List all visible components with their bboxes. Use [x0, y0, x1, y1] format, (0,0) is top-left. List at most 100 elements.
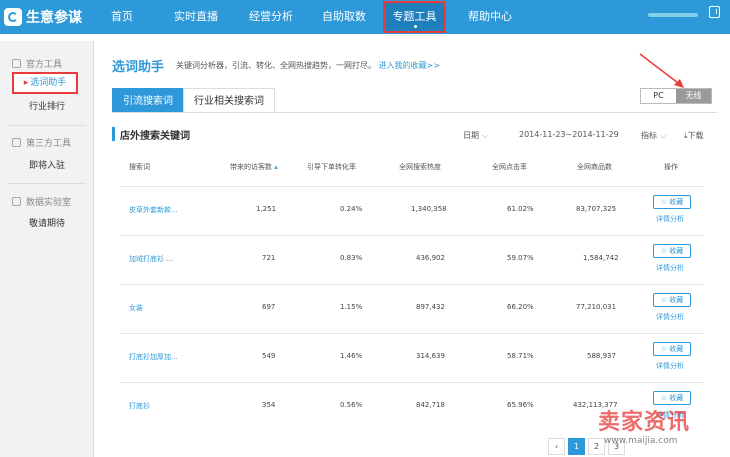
ctr-value: 65.96%: [507, 401, 534, 409]
keyword-link[interactable]: 加绒打底衫 ...: [129, 254, 173, 264]
star-icon: ☆: [660, 394, 668, 402]
active-dot-icon: [413, 25, 417, 28]
keyword-link[interactable]: 打底衫加厚加...: [129, 352, 178, 362]
sidebar-divider: [8, 125, 86, 126]
search-heat-value: 842,718: [416, 401, 445, 409]
column-header-conversion[interactable]: 引导下单转化率: [307, 162, 356, 172]
third-party-icon: [12, 138, 21, 147]
official-tools-icon: [12, 59, 21, 68]
section-header: 店外搜索关键词: [112, 127, 717, 142]
sidebar-item-keyword-helper[interactable]: ▸ 选词助手: [12, 72, 78, 94]
visitors-value: 721: [262, 254, 276, 262]
conversion-value: 0.83%: [340, 254, 363, 262]
product-count-value: 1,584,742: [583, 254, 619, 262]
sidebar-group-label: 第三方工具: [26, 139, 72, 149]
table-row: 加绒打底衫 ... 721 0.83% 436,902 59.07% 1,584…: [120, 235, 703, 283]
visitors-value: 697: [262, 303, 276, 311]
favorite-button[interactable]: ☆ 收藏: [653, 342, 691, 356]
column-header-visitors[interactable]: 带来的访客数 ▴: [230, 162, 278, 172]
column-header-ctr[interactable]: 全网点击率: [492, 162, 527, 172]
visitors-value: 549: [262, 352, 276, 360]
nav-topic-tools[interactable]: 专题工具: [383, 1, 446, 33]
keyword-link[interactable]: 打底衫: [129, 401, 150, 411]
nav-topic-tools-label: 专题工具: [392, 10, 437, 23]
sidebar-group-data-lab: 数据实验室: [12, 195, 71, 208]
favorite-button-label: 收藏: [669, 198, 684, 206]
sidebar-group-third-party: 第三方工具: [12, 136, 71, 149]
date-range[interactable]: 2014-11-23~2014-11-29: [519, 130, 619, 139]
nav-self-data[interactable]: 自助取数: [316, 0, 372, 34]
sidebar-item-industry-rank[interactable]: 行业排行: [0, 99, 94, 112]
favorite-button-label: 收藏: [669, 247, 684, 255]
conversion-value: 0.24%: [340, 205, 363, 213]
star-icon: ☆: [660, 247, 668, 255]
conversion-value: 1.15%: [340, 303, 363, 311]
keyword-link[interactable]: 皮草外套新款...: [129, 205, 178, 215]
favorite-button[interactable]: ☆ 收藏: [653, 195, 691, 209]
logout-icon[interactable]: [709, 6, 720, 18]
device-toggle: PC 无线: [640, 88, 712, 104]
table-row: 打底衫加厚加... 549 1.46% 314,639 58.71% 588,9…: [120, 333, 703, 381]
lab-flask-icon: [12, 197, 21, 206]
column-header-product-count[interactable]: 全网商品数: [577, 162, 612, 172]
conversion-value: 1.46%: [340, 352, 363, 360]
favorite-button[interactable]: ☆ 收藏: [653, 244, 691, 258]
logo-text: 生意参谋: [26, 10, 82, 26]
user-account[interactable]: [648, 13, 698, 17]
page-1-button[interactable]: 1: [568, 438, 585, 455]
keyword-tabs: 引流搜索词 行业相关搜索词: [112, 88, 275, 113]
nav-home[interactable]: 首页: [103, 0, 141, 34]
annotation-arrow-icon: [639, 53, 684, 88]
logo-icon: [4, 8, 22, 26]
tab-traffic-keywords[interactable]: 引流搜索词: [112, 88, 184, 113]
section-title: 店外搜索关键词: [120, 131, 190, 142]
page-description: 关键词分析器，引流、转化、全网热搜趋势，一网打尽。 进入我的收藏>>: [176, 60, 440, 71]
metric-dropdown[interactable]: 指标 ⌵: [641, 130, 666, 141]
page-description-text: 关键词分析器，引流、转化、全网热搜趋势，一网打尽。: [176, 61, 376, 70]
pc-toggle-button[interactable]: PC: [641, 89, 676, 103]
my-favorites-link[interactable]: 进入我的收藏>>: [379, 61, 440, 70]
ctr-value: 59.07%: [507, 254, 534, 262]
detail-analysis-link[interactable]: 详情分析: [656, 312, 684, 322]
download-button[interactable]: ⤓下载: [684, 130, 704, 141]
visitors-value: 1,251: [256, 205, 277, 213]
star-icon: ☆: [660, 296, 668, 304]
tab-industry-keywords[interactable]: 行业相关搜索词: [183, 88, 275, 113]
column-header-label: 带来的访客数: [230, 163, 272, 171]
date-dropdown[interactable]: 日期 ⌵: [463, 130, 488, 141]
keyword-link[interactable]: 女装: [129, 303, 143, 313]
product-count-value: 588,937: [587, 352, 616, 360]
watermark: 卖家资讯 www.maijia.com: [598, 404, 728, 454]
ctr-value: 66.20%: [507, 303, 534, 311]
product-count-value: 83,707,325: [576, 205, 617, 213]
nav-help-center[interactable]: 帮助中心: [462, 0, 518, 34]
favorite-button[interactable]: ☆ 收藏: [653, 391, 691, 405]
favorite-button[interactable]: ☆ 收藏: [653, 293, 691, 307]
app-logo[interactable]: 生意参谋: [4, 5, 82, 29]
column-header-search-heat[interactable]: 全网搜索热度: [399, 162, 441, 172]
conversion-value: 0.56%: [340, 401, 363, 409]
sidebar-divider: [8, 183, 86, 184]
sidebar-item-coming-soon[interactable]: 即将入驻: [0, 158, 94, 171]
prev-page-button[interactable]: ‹: [548, 438, 565, 455]
product-count-value: 77,210,031: [576, 303, 617, 311]
page-title: 选词助手: [112, 60, 165, 75]
sidebar-item-stay-tuned[interactable]: 敬请期待: [0, 216, 94, 229]
metric-dropdown-label: 指标: [641, 131, 657, 140]
detail-analysis-link[interactable]: 详情分析: [656, 214, 684, 224]
detail-analysis-link[interactable]: 详情分析: [656, 361, 684, 371]
sidebar-group-official: 官方工具: [12, 57, 62, 70]
nav-realtime[interactable]: 实时直播: [168, 0, 224, 34]
date-dropdown-label: 日期: [463, 131, 479, 140]
download-label: 下载: [687, 131, 704, 140]
ctr-value: 58.71%: [507, 352, 534, 360]
nav-business-analysis[interactable]: 经营分析: [243, 0, 299, 34]
watermark-url: www.maijia.com: [604, 436, 678, 446]
favorite-button-label: 收藏: [669, 345, 684, 353]
search-heat-value: 897,432: [416, 303, 445, 311]
sidebar: 官方工具 ▸ 选词助手 行业排行 第三方工具 即将入驻 数据实验室 敬请期待: [0, 41, 94, 457]
detail-analysis-link[interactable]: 详情分析: [656, 263, 684, 273]
wireless-toggle-button[interactable]: 无线: [676, 89, 711, 103]
table-row: 皮草外套新款... 1,251 0.24% 1,340,358 61.02% 8…: [120, 186, 703, 234]
search-heat-value: 314,639: [416, 352, 445, 360]
